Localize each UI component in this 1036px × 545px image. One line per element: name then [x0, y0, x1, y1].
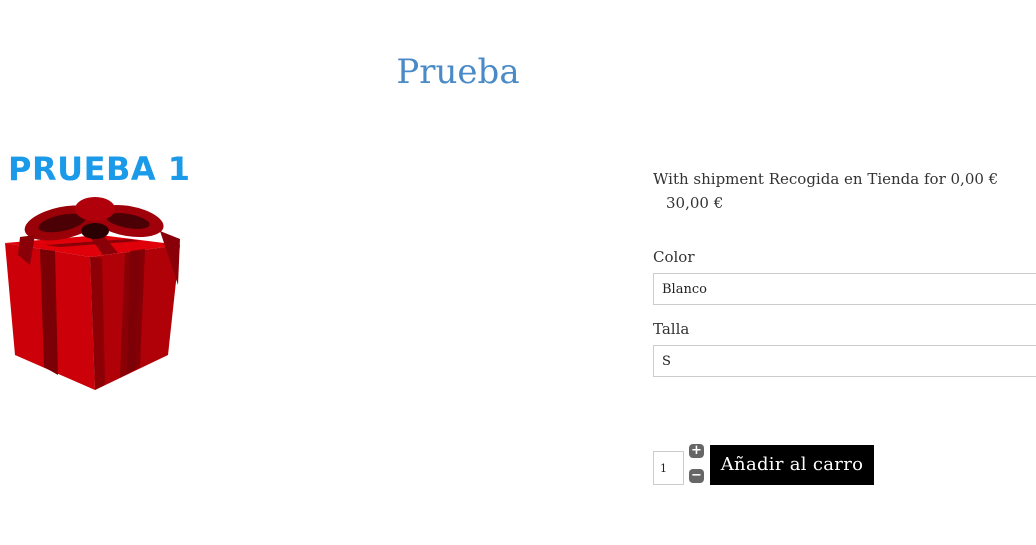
add-to-cart-button[interactable]: Añadir al carro — [710, 445, 874, 485]
product-price: 30,00 € — [666, 194, 724, 212]
talla-select[interactable]: S — [653, 345, 1036, 377]
product-image-heading: PRUEBA 1 — [8, 150, 191, 188]
quantity-increase-button[interactable]: + — [689, 444, 704, 458]
product-title: Prueba — [396, 52, 520, 92]
product-page: Prueba PRUEBA 1 With shipment Recogida e… — [0, 0, 1036, 545]
color-label: Color — [653, 248, 695, 266]
gift-box-icon — [5, 197, 180, 390]
quantity-input[interactable]: 1 — [653, 451, 684, 485]
talla-label: Talla — [653, 320, 690, 338]
shipment-info: With shipment Recogida en Tienda for 0,0… — [653, 170, 999, 188]
color-select[interactable]: Blanco — [653, 273, 1036, 305]
quantity-decrease-button[interactable]: − — [689, 469, 704, 483]
